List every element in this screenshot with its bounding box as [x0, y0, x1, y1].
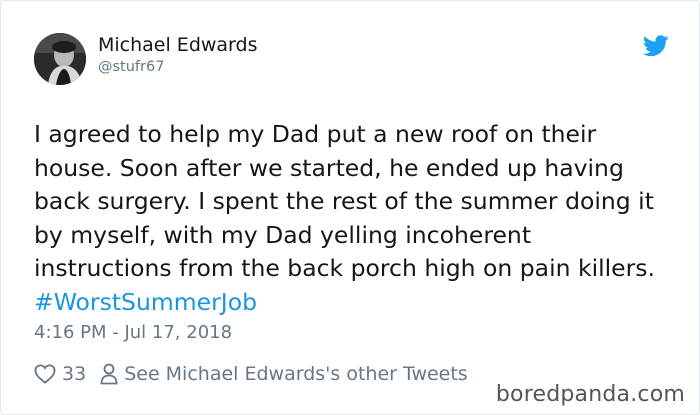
- avatar[interactable]: [34, 33, 86, 85]
- tweet-timestamp[interactable]: 4:16 PM - Jul 17, 2018: [34, 322, 232, 343]
- tweet-line: I agreed to help my Dad put a new roof o…: [34, 120, 597, 148]
- author-display-name[interactable]: Michael Edwards: [98, 34, 258, 56]
- person-icon: [100, 363, 118, 385]
- watermark: boredpanda.com: [495, 382, 685, 407]
- tweet-line: house. Soon after we started, he ended u…: [34, 153, 624, 182]
- tweet-card: Michael Edwards @stufr67 I agreed to hel…: [0, 0, 700, 415]
- tweet-actions: 33 See Michael Edwards's other Tweets: [34, 361, 468, 387]
- other-tweets-link[interactable]: See Michael Edwards's other Tweets: [124, 363, 468, 385]
- tweet-line: instructions from the back porch high on…: [34, 254, 656, 282]
- heart-icon[interactable]: [34, 364, 56, 384]
- like-count: 33: [62, 363, 87, 385]
- author-handle[interactable]: @stufr67: [98, 59, 164, 75]
- twitter-bird-icon[interactable]: [642, 35, 669, 57]
- tweet-line: back surgery. I spent the rest of the su…: [34, 187, 654, 215]
- tweet-line: by myself, with my Dad yelling incoheren…: [34, 220, 532, 249]
- hashtag-link[interactable]: #WorstSummerJob: [34, 286, 684, 320]
- tweet-text: I agreed to help my Dad put a new roof o…: [34, 118, 684, 319]
